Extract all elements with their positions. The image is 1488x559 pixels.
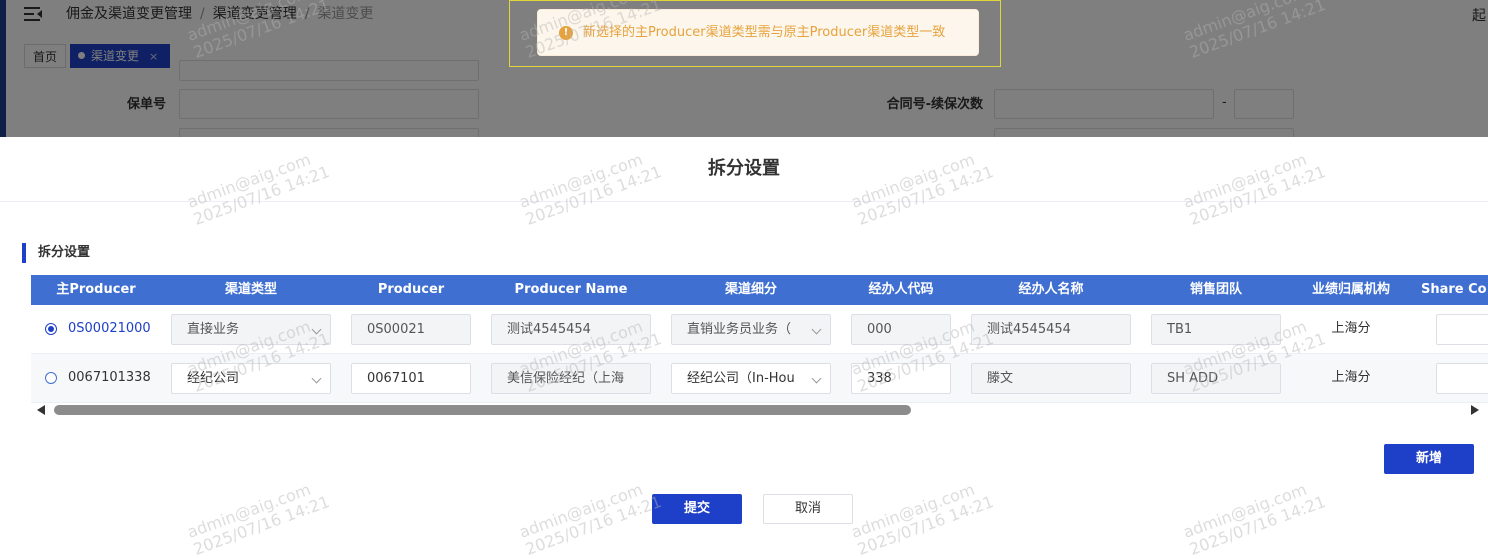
- table-header: 主Producer 渠道类型 Producer Producer Name 渠道…: [31, 275, 1488, 305]
- main-producer-code: 0067101338: [68, 370, 151, 385]
- split-table: 主Producer 渠道类型 Producer Producer Name 渠道…: [31, 275, 1488, 425]
- col-org: 业绩归属机构: [1311, 282, 1390, 297]
- channel-type-value: 直接业务: [187, 322, 240, 337]
- chevron-down-icon: [311, 324, 322, 335]
- col-handler-code: 经办人代码: [868, 282, 934, 297]
- share-input[interactable]: [1436, 363, 1488, 394]
- table-row: 0S00021000 直接业务 0S00021 测试4545454 直销业务员业…: [31, 305, 1488, 354]
- chevron-down-icon: [311, 373, 322, 384]
- scrollbar-thumb[interactable]: [54, 405, 911, 415]
- main-producer-radio[interactable]: [45, 372, 57, 384]
- channel-segment-value: 经纪公司（In-Hou: [687, 371, 795, 386]
- main-producer-radio[interactable]: [45, 323, 57, 335]
- handler-code-input[interactable]: 000: [851, 314, 951, 345]
- producer-name-input[interactable]: 美信保险经纪（上海: [491, 363, 651, 394]
- channel-segment-select[interactable]: 直销业务员业务（: [671, 314, 831, 345]
- channel-segment-select[interactable]: 经纪公司（In-Hou: [671, 363, 831, 394]
- col-main-producer: 主Producer: [56, 282, 136, 297]
- main-producer-code: 0S00021000: [68, 321, 151, 336]
- share-input[interactable]: 1: [1436, 314, 1488, 345]
- channel-segment-value: 直销业务员业务（: [687, 322, 792, 337]
- horizontal-scrollbar[interactable]: [31, 403, 1488, 417]
- col-sales-team: 销售团队: [1189, 282, 1242, 297]
- scroll-left-icon[interactable]: [37, 405, 45, 415]
- channel-type-value: 经纪公司: [187, 371, 240, 386]
- channel-type-select[interactable]: 经纪公司: [171, 363, 331, 394]
- handler-name-input[interactable]: 测试4545454: [971, 314, 1131, 345]
- col-channel-segment: 渠道细分: [724, 282, 777, 297]
- add-row-button[interactable]: 新增: [1384, 444, 1474, 474]
- org-text: 上海分: [1331, 370, 1371, 385]
- col-producer-name: Producer Name: [514, 282, 628, 297]
- producer-input[interactable]: 0S00021: [351, 314, 471, 345]
- handler-code-input[interactable]: 338: [851, 363, 951, 394]
- channel-type-select[interactable]: 直接业务: [171, 314, 331, 345]
- split-settings-dialog: 拆分设置 拆分设置 主Producer 渠道类型 Producer Produc…: [0, 137, 1488, 546]
- toast-message: 新选择的主Producer渠道类型需与原主Producer渠道类型一致: [583, 25, 946, 40]
- col-channel-type: 渠道类型: [224, 282, 277, 297]
- sales-team-input[interactable]: TB1: [1151, 314, 1281, 345]
- warning-icon: !: [559, 26, 573, 40]
- submit-button[interactable]: 提交: [652, 494, 742, 524]
- handler-name-input[interactable]: 滕文: [971, 363, 1131, 394]
- table-row: 0067101338 经纪公司 0067101 美信保险经纪（上海 经纪公司（I…: [31, 354, 1488, 403]
- producer-name-input[interactable]: 测试4545454: [491, 314, 651, 345]
- col-share: Share Co: [1421, 282, 1487, 297]
- col-producer: Producer: [377, 282, 445, 297]
- dialog-title: 拆分设置: [0, 137, 1488, 202]
- warning-toast: ! 新选择的主Producer渠道类型需与原主Producer渠道类型一致: [537, 9, 979, 56]
- sales-team-input[interactable]: SH ADD: [1151, 363, 1281, 394]
- cancel-button[interactable]: 取消: [763, 494, 853, 524]
- chevron-down-icon: [811, 324, 822, 335]
- chevron-down-icon: [811, 373, 822, 384]
- scroll-right-icon[interactable]: [1471, 405, 1479, 415]
- section-title: 拆分设置: [22, 243, 90, 263]
- producer-input[interactable]: 0067101: [351, 363, 471, 394]
- org-text: 上海分: [1331, 321, 1371, 336]
- col-handler-name: 经办人名称: [1018, 282, 1084, 297]
